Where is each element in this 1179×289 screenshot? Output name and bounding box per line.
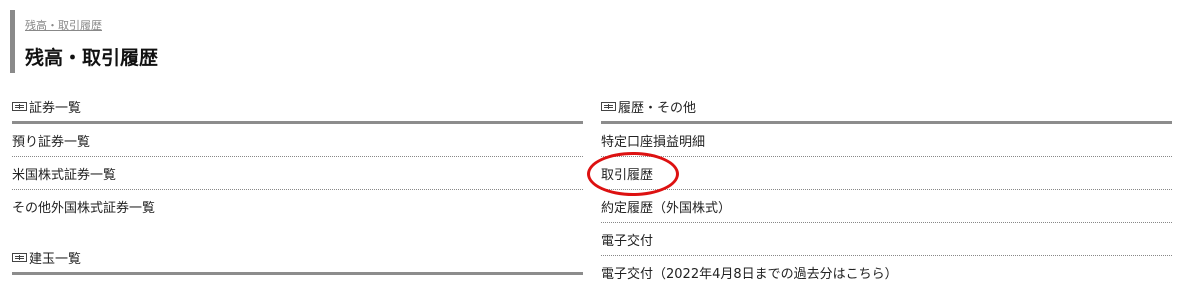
left-column: 証券一覧 預り証券一覧 米国株式証券一覧 その他外国株式証券一覧 建玉一覧 — [12, 92, 583, 275]
list-item-execution-history-foreign[interactable]: 約定履歴（外国株式） — [601, 190, 1172, 223]
history-list: 特定口座損益明細 取引履歴 約定履歴（外国株式） 電子交付 電子交付（2022年… — [601, 124, 1172, 289]
list-item-us-stock-securities[interactable]: 米国株式証券一覧 — [12, 157, 583, 190]
list-icon — [12, 253, 27, 262]
section-header-positions[interactable]: 建玉一覧 — [12, 243, 583, 275]
page-header: 残高・取引履歴 残高・取引履歴 — [10, 10, 625, 73]
right-column: 履歴・その他 特定口座損益明細 取引履歴 約定履歴（外国株式） 電子交付 電子交… — [601, 92, 1172, 289]
list-item-other-foreign-stock-securities[interactable]: その他外国株式証券一覧 — [12, 190, 583, 223]
securities-list: 預り証券一覧 米国株式証券一覧 その他外国株式証券一覧 — [12, 124, 583, 223]
list-item-electronic-delivery-archive[interactable]: 電子交付（2022年4月8日までの過去分はこちら） — [601, 256, 1172, 289]
section-header-history: 履歴・その他 — [601, 92, 1172, 124]
list-icon — [601, 102, 616, 111]
section-title: 建玉一覧 — [29, 252, 82, 267]
list-item-deposited-securities[interactable]: 預り証券一覧 — [12, 124, 583, 157]
list-icon — [12, 102, 27, 111]
section-title: 証券一覧 — [29, 101, 82, 116]
list-item-electronic-delivery[interactable]: 電子交付 — [601, 223, 1172, 256]
section-header-securities: 証券一覧 — [12, 92, 583, 124]
section-title: 履歴・その他 — [618, 101, 697, 116]
breadcrumb[interactable]: 残高・取引履歴 — [25, 17, 102, 33]
list-item-transaction-history[interactable]: 取引履歴 — [601, 157, 1172, 190]
list-item-specific-account-pl[interactable]: 特定口座損益明細 — [601, 124, 1172, 157]
page-title: 残高・取引履歴 — [25, 47, 159, 69]
